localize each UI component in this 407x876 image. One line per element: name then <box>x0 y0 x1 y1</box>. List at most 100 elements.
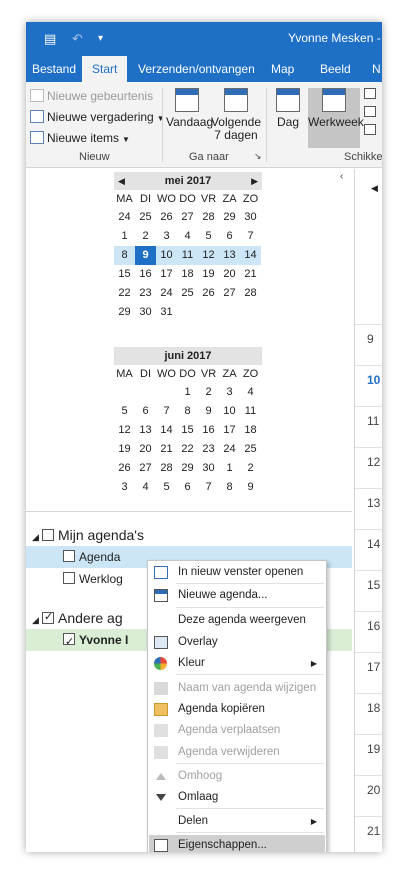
agenda-checkbox[interactable] <box>63 550 75 562</box>
day-cell[interactable]: 9 <box>198 402 219 421</box>
day-view-button[interactable]: Dag <box>272 88 304 129</box>
day-cell[interactable]: 27 <box>177 208 198 227</box>
day-cell[interactable]: 28 <box>240 284 261 303</box>
day-cell[interactable]: 23 <box>198 440 219 459</box>
new-appointment-button[interactable]: Nieuwe gebeurtenis <box>30 86 153 106</box>
day-cell[interactable]: 26 <box>114 459 135 478</box>
menu-item-move-down[interactable]: Omlaag <box>149 787 325 808</box>
day-cell[interactable] <box>156 383 177 402</box>
day-cell[interactable]: 6 <box>177 478 198 497</box>
day-cell[interactable]: 18 <box>177 265 198 284</box>
collapse-triangle-icon[interactable]: ◢ <box>32 615 42 626</box>
day-cell[interactable]: 26 <box>156 208 177 227</box>
menu-item-overlay[interactable]: Overlay <box>149 632 325 653</box>
menu-item-new-calendar[interactable]: Nieuwe agenda... <box>149 585 325 606</box>
tab-map[interactable]: Map <box>271 56 294 82</box>
next-month-icon[interactable]: ▶ <box>251 172 258 190</box>
day-cell[interactable]: 9 <box>240 478 261 497</box>
menu-item-rename-calendar[interactable]: Naam van agenda wijzigen <box>149 678 325 699</box>
menu-item-color[interactable]: Kleur ▶ <box>149 653 325 674</box>
prev-month-icon[interactable]: ◀ <box>118 172 125 190</box>
menu-item-copy-calendar[interactable]: Agenda kopiëren <box>149 699 325 720</box>
day-cell[interactable]: 19 <box>114 440 135 459</box>
day-cell[interactable]: 16 <box>198 421 219 440</box>
day-cell[interactable]: 17 <box>156 265 177 284</box>
day-cell[interactable]: 7 <box>156 402 177 421</box>
day-cell[interactable]: 4 <box>240 383 261 402</box>
prev-week-icon[interactable]: ◀ <box>371 183 378 194</box>
group-checkbox[interactable] <box>42 529 54 541</box>
menu-item-move-calendar[interactable]: Agenda verplaatsen <box>149 720 325 741</box>
day-cell[interactable]: 11 <box>240 402 261 421</box>
my-calendars-group[interactable]: ◢ Mijn agenda's <box>32 527 144 543</box>
day-cell[interactable]: 5 <box>114 402 135 421</box>
day-cell[interactable]: 5 <box>156 478 177 497</box>
workweek-view-button[interactable]: Werkweek <box>308 88 364 148</box>
dialog-launcher-icon[interactable]: ↘ <box>254 151 262 162</box>
day-cell[interactable]: 15 <box>177 421 198 440</box>
day-cell[interactable]: 30 <box>240 208 261 227</box>
day-cell[interactable]: 5 <box>198 227 219 246</box>
day-cell[interactable]: 25 <box>135 208 156 227</box>
day-cell[interactable]: 10 <box>219 402 240 421</box>
day-cell[interactable]: 2 <box>135 227 156 246</box>
day-cell[interactable]: 14 <box>240 246 261 265</box>
schedule-view-icon[interactable] <box>364 124 376 135</box>
day-cell[interactable]: 3 <box>219 383 240 402</box>
day-cell[interactable]: 25 <box>177 284 198 303</box>
day-cell[interactable]: 22 <box>114 284 135 303</box>
day-cell[interactable]: 24 <box>219 440 240 459</box>
yvonne-checkbox[interactable] <box>63 631 75 653</box>
day-cell[interactable]: 11 <box>177 246 198 265</box>
day-cell[interactable]: 13 <box>135 421 156 440</box>
day-cell[interactable]: 4 <box>135 478 156 497</box>
day-cell[interactable]: 28 <box>198 208 219 227</box>
tab-beeld[interactable]: Beeld <box>320 56 351 82</box>
week-view-icon[interactable] <box>364 88 376 99</box>
day-cell[interactable]: 24 <box>114 208 135 227</box>
day-cell[interactable]: 22 <box>177 440 198 459</box>
day-cell[interactable]: 25 <box>240 440 261 459</box>
day-cell[interactable]: 19 <box>198 265 219 284</box>
day-cell[interactable]: 29 <box>114 303 135 322</box>
day-cell[interactable]: 1 <box>177 383 198 402</box>
next-7-days-button[interactable]: Volgende 7 dagen <box>210 88 262 142</box>
collapse-triangle-icon[interactable]: ◢ <box>32 532 42 543</box>
menu-item-properties[interactable]: Eigenschappen... <box>149 835 325 852</box>
undo-icon[interactable]: ↶ <box>72 31 83 47</box>
day-cell[interactable]: 30 <box>198 459 219 478</box>
day-cell[interactable]: 20 <box>135 440 156 459</box>
menu-item-open-new-window[interactable]: In nieuw venster openen <box>149 562 325 583</box>
day-cell[interactable]: 26 <box>198 284 219 303</box>
menu-item-share[interactable]: Delen ▶ <box>149 811 325 832</box>
day-cell[interactable]: 29 <box>177 459 198 478</box>
day-cell[interactable]: 13 <box>219 246 240 265</box>
day-cell[interactable]: 8 <box>177 402 198 421</box>
day-cell[interactable]: 14 <box>156 421 177 440</box>
day-cell[interactable]: 2 <box>198 383 219 402</box>
day-cell[interactable]: 7 <box>198 478 219 497</box>
day-cell[interactable]: 24 <box>156 284 177 303</box>
day-cell[interactable]: 17 <box>219 421 240 440</box>
today-button[interactable]: Vandaag <box>166 88 213 129</box>
day-cell[interactable]: 8 <box>219 478 240 497</box>
day-cell[interactable]: 20 <box>219 265 240 284</box>
day-cell[interactable]: 12 <box>114 421 135 440</box>
day-cell[interactable] <box>198 303 219 322</box>
day-cell[interactable]: 27 <box>135 459 156 478</box>
day-cell[interactable] <box>219 303 240 322</box>
month-view-icon[interactable] <box>364 106 376 117</box>
werklog-checkbox[interactable] <box>63 572 75 584</box>
other-calendars-group[interactable]: ◢ Andere ag <box>32 610 123 626</box>
day-cell[interactable]: 1 <box>114 227 135 246</box>
new-items-button[interactable]: Nieuwe items ▼ <box>30 128 130 148</box>
day-cell[interactable]: 2 <box>240 459 261 478</box>
day-cell[interactable] <box>114 383 135 402</box>
day-cell[interactable]: 7 <box>240 227 261 246</box>
day-cell[interactable]: 3 <box>114 478 135 497</box>
day-cell[interactable] <box>135 383 156 402</box>
day-cell[interactable]: 6 <box>135 402 156 421</box>
day-cell[interactable] <box>177 303 198 322</box>
day-cell[interactable]: 18 <box>240 421 261 440</box>
day-cell[interactable]: 6 <box>219 227 240 246</box>
